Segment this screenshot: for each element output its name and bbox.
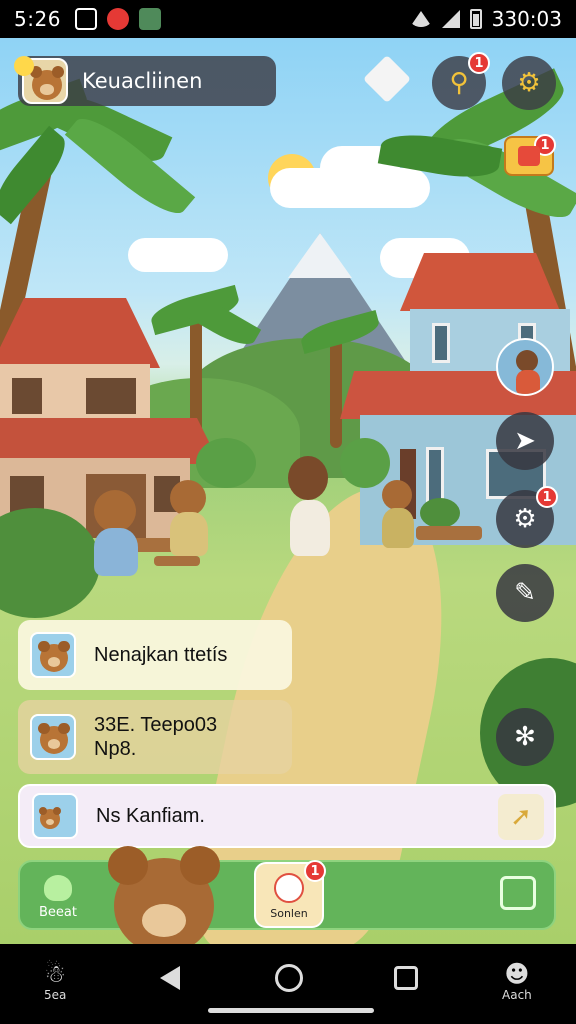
people-icon: ☃ bbox=[44, 960, 66, 988]
sonlen-badge: 1 bbox=[304, 860, 326, 882]
bench bbox=[416, 526, 482, 540]
villager-body bbox=[290, 500, 330, 556]
face-icon bbox=[274, 873, 304, 903]
settings-button[interactable]: ⚙ bbox=[502, 56, 556, 110]
player-profile[interactable]: Keuacliinen bbox=[18, 56, 276, 106]
bear-head bbox=[170, 480, 206, 516]
system-nav-bar: ☃ 5ea ☻ Aach bbox=[0, 944, 576, 1024]
quest-panel[interactable]: Ns Kanfiam. ➚ bbox=[18, 784, 556, 848]
quest-label: Nenajkan ttetís bbox=[94, 644, 228, 666]
cloud bbox=[128, 238, 228, 272]
search-button[interactable]: ⚲ 1 bbox=[432, 52, 490, 110]
bear-head bbox=[94, 490, 136, 532]
nav-left-label: 5ea bbox=[44, 988, 67, 1002]
smiley-icon bbox=[14, 56, 34, 76]
house-window bbox=[432, 323, 450, 363]
bear-head bbox=[382, 480, 412, 510]
player-name: Keuacliinen bbox=[82, 69, 203, 93]
search-badge: 1 bbox=[468, 52, 490, 74]
edit-button[interactable]: ✎ bbox=[496, 564, 554, 622]
bear-avatar-icon bbox=[30, 66, 64, 100]
quest-thumbnail bbox=[30, 714, 76, 760]
bear-body bbox=[170, 512, 208, 556]
sonlen-button[interactable]: Sonlen 1 bbox=[254, 860, 326, 928]
quest-panel[interactable]: Nenajkan ttetís bbox=[18, 620, 292, 690]
quest-panel[interactable]: 33E. Teepo03 Np8. bbox=[18, 700, 292, 774]
gesture-bar[interactable] bbox=[208, 1008, 374, 1013]
friend-avatar-icon bbox=[514, 350, 542, 394]
search-icon: ⚲ bbox=[449, 68, 469, 98]
notification-icon bbox=[106, 8, 129, 30]
bottom-action-bar: Beeat Sonlen 1 bbox=[18, 860, 556, 930]
gem-icon[interactable] bbox=[362, 54, 412, 104]
bear-icon bbox=[38, 722, 70, 754]
house-window bbox=[12, 378, 42, 414]
bear-character[interactable] bbox=[88, 490, 148, 590]
status-right: 330:03 bbox=[409, 7, 562, 31]
gear-icon: ⚙ bbox=[513, 504, 537, 534]
quest-label-line2: Np8. bbox=[94, 738, 137, 760]
recents-icon[interactable] bbox=[394, 966, 418, 990]
pencil-icon: ✎ bbox=[514, 578, 536, 608]
quest-label-line1: 33E. Teepo03 bbox=[94, 714, 218, 736]
quest-text: 33E. Teepo03 Np8. bbox=[94, 713, 217, 761]
home-icon[interactable] bbox=[275, 964, 303, 992]
status-icons bbox=[74, 8, 161, 30]
bear-character[interactable] bbox=[380, 480, 420, 560]
bear-icon bbox=[38, 640, 70, 672]
friend-avatar[interactable] bbox=[496, 338, 554, 396]
bear-body bbox=[94, 528, 138, 576]
bear-mascot-face bbox=[108, 846, 220, 944]
bear-icon bbox=[38, 806, 62, 829]
villager-character[interactable] bbox=[280, 456, 340, 582]
compass-icon: ✻ bbox=[514, 722, 536, 752]
gift-badge: 1 bbox=[534, 134, 556, 156]
quest-thumbnail bbox=[30, 632, 76, 678]
house-roof bbox=[400, 253, 560, 311]
image-icon bbox=[74, 8, 97, 30]
game-scene[interactable]: Keuacliinen ⚲ 1 ⚙ 1 ➤ ⚙ 1 ✎ ✻ Nenajkan t… bbox=[0, 38, 576, 944]
status-time: 5:26 bbox=[14, 7, 61, 31]
bear-character[interactable] bbox=[166, 480, 216, 570]
gear-icon: ⚙ bbox=[517, 68, 541, 98]
house-roof bbox=[0, 298, 160, 368]
compass-button[interactable]: ✻ bbox=[496, 708, 554, 766]
calendar-icon[interactable] bbox=[500, 876, 536, 910]
sonlen-label: Sonlen bbox=[270, 907, 308, 920]
options-button[interactable]: ⚙ 1 bbox=[496, 486, 558, 548]
nav-right-label: Aach bbox=[502, 988, 532, 1002]
person-icon: ☻ bbox=[504, 960, 530, 988]
status-bar: 5:26 330:03 bbox=[0, 0, 576, 38]
battery-icon bbox=[469, 9, 482, 29]
house-window bbox=[86, 378, 136, 414]
heart-icon bbox=[44, 874, 72, 901]
quest-thumbnail bbox=[32, 793, 78, 839]
back-icon[interactable] bbox=[160, 966, 180, 990]
nav-left-item[interactable]: ☃ 5ea bbox=[44, 960, 66, 1002]
arrow-icon: ➚ bbox=[510, 802, 532, 832]
villager-head bbox=[288, 456, 328, 500]
quest-label: Ns Kanfiam. bbox=[96, 805, 205, 827]
shield-icon bbox=[138, 8, 161, 30]
bear-mascot bbox=[104, 846, 224, 944]
signal-icon bbox=[441, 10, 460, 28]
quest-action-button[interactable]: ➚ bbox=[498, 794, 544, 840]
status-clock: 330:03 bbox=[491, 7, 562, 31]
bear-body bbox=[382, 508, 414, 548]
beeat-button[interactable]: Beeat bbox=[28, 868, 88, 926]
rocket-icon: ➤ bbox=[514, 426, 536, 456]
options-badge: 1 bbox=[536, 486, 558, 508]
beeat-label: Beeat bbox=[39, 904, 77, 920]
gift-button[interactable]: 1 bbox=[504, 134, 556, 176]
nav-right-item[interactable]: ☻ Aach bbox=[502, 960, 532, 1002]
bush bbox=[420, 498, 460, 528]
shop-button[interactable]: ➤ bbox=[496, 412, 554, 470]
wifi-icon bbox=[409, 11, 432, 27]
